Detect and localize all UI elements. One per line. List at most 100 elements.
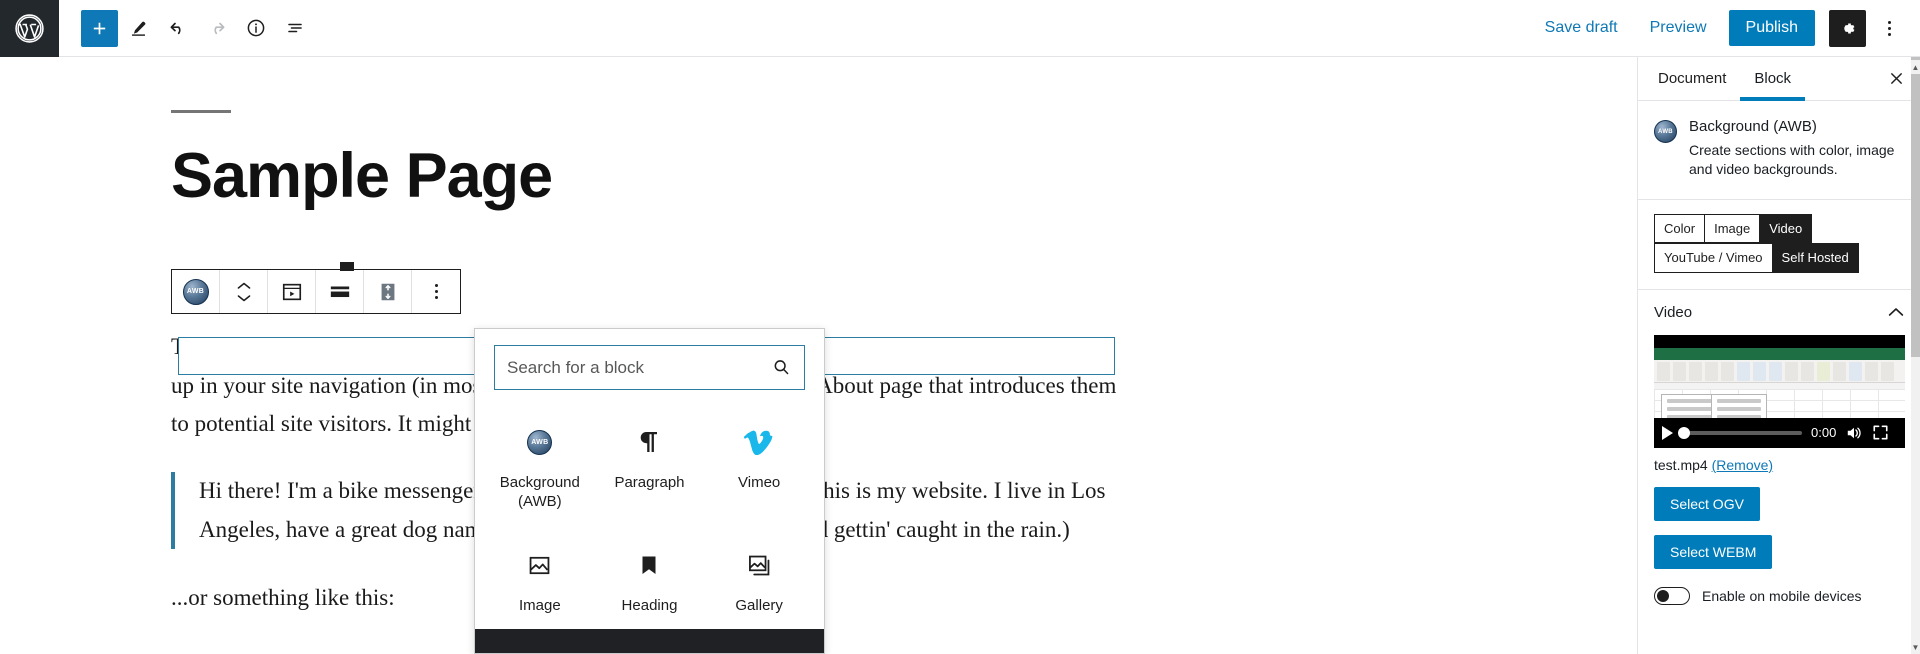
search-field-wrapper[interactable] [494,345,805,390]
video-section-header[interactable]: Video [1638,288,1920,335]
video-progress-slider[interactable] [1678,426,1802,439]
inserter-block-grid: AWB Background (AWB) Paragraph Vimeo Ima… [475,404,824,641]
undo-button[interactable] [159,10,196,47]
heading-bookmark-icon [638,545,660,585]
page-title[interactable]: Sample Page [171,142,1466,210]
add-block-button[interactable] [81,9,118,47]
vertical-align-icon [381,283,394,300]
close-x-icon [1890,73,1902,84]
vimeo-logo-icon [744,422,774,462]
inserter-block-label: Gallery [735,597,783,615]
ellipsis-vertical-icon [1887,20,1891,36]
source-youtube-vimeo-button[interactable]: YouTube / Vimeo [1655,244,1773,272]
select-ogv-button[interactable]: Select OGV [1654,486,1760,521]
video-preview-player[interactable]: 0:00 [1654,334,1905,448]
block-title: Background (AWB) [1689,118,1817,135]
background-type-group: Color Image Video [1654,213,1813,244]
save-draft-button[interactable]: Save draft [1531,11,1632,45]
video-time: 0:00 [1811,425,1837,441]
vertical-align-button[interactable] [364,270,412,313]
awb-badge-icon: AWB [527,422,553,462]
block-description: Create sections with color, image and vi… [1689,142,1895,178]
wordpress-block-editor: Save draft Preview Publish Sample Page T… [0,0,1920,654]
video-file-name: test.mp4 [1654,456,1708,473]
toggle-knob [1657,589,1669,602]
editor-tools-group [59,9,313,47]
inserter-search-area [475,329,824,404]
block-toolbar: AWB [171,262,461,314]
inserter-block-label: Image [518,597,561,615]
move-block-button[interactable] [220,270,268,313]
inserter-footer-bar [475,629,824,653]
source-self-hosted-button[interactable]: Self Hosted [1772,244,1858,272]
inserter-block-label: Vimeo [738,474,781,491]
tab-block[interactable]: Block [1740,57,1805,101]
awb-badge-icon: AWB [182,278,209,305]
enable-mobile-toggle[interactable] [1654,586,1690,605]
scrollbar-thumb[interactable] [1911,57,1920,357]
settings-sidebar: Document Block AWB Background (AWB) Crea… [1637,57,1920,654]
video-background-button[interactable] [268,270,316,313]
bg-type-image-button[interactable]: Image [1705,214,1761,243]
inserter-block-paragraph[interactable]: Paragraph [595,408,705,527]
title-rule [171,110,231,113]
top-bar-actions: Save draft Preview Publish [1531,9,1920,47]
bg-type-color-button[interactable]: Color [1655,214,1706,243]
align-full-width-icon [330,286,349,297]
chevron-up-down-icon [237,282,251,302]
video-controls-bar: 0:00 [1654,417,1905,448]
speaker-icon[interactable] [1845,425,1863,441]
magnifier-icon [772,358,804,377]
image-icon [527,545,552,585]
video-thumbnail [1654,334,1905,418]
play-triangle-icon[interactable] [1662,425,1673,440]
redo-button[interactable] [198,10,235,47]
inserter-block-label: Background (AWB) [499,474,580,511]
editor-top-bar: Save draft Preview Publish [0,0,1920,57]
expand-arrows-icon[interactable] [1872,424,1889,441]
remove-video-link[interactable]: (Remove) [1712,457,1773,473]
align-full-button[interactable] [316,270,364,313]
search-input[interactable] [495,346,772,389]
inserter-block-background-awb[interactable]: AWB Background (AWB) [485,408,595,527]
page-scrollbar[interactable] [1911,57,1920,654]
preview-button[interactable]: Preview [1636,11,1721,45]
wordpress-logo-icon[interactable] [0,0,59,57]
ellipsis-vertical-icon [434,284,438,299]
mobile-toggle-row: Enable on mobile devices [1654,586,1904,605]
inserter-block-label: Heading [621,597,678,615]
inserter-block-image[interactable]: Image [485,531,595,641]
inserter-block-vimeo[interactable]: Vimeo [704,408,814,527]
tab-document[interactable]: Document [1644,57,1740,101]
sidebar-tabs: Document Block [1638,57,1920,101]
toolbar-nub [340,262,354,271]
block-navigation-button[interactable] [276,10,313,47]
scroll-down-arrow[interactable]: ▼ [1911,640,1920,654]
gallery-icon [747,545,772,585]
settings-gear-icon[interactable] [1829,9,1866,47]
inserter-block-heading[interactable]: Heading [595,531,705,641]
pilcrow-icon [637,422,661,462]
content-info-button[interactable] [237,10,274,47]
block-type-awb-button[interactable]: AWB [172,270,220,313]
scroll-up-arrow[interactable]: ▲ [1911,60,1920,74]
video-file-line: test.mp4 (Remove) [1654,457,1904,473]
select-webm-button[interactable]: Select WEBM [1654,534,1773,569]
awb-badge-icon: AWB [1654,120,1677,143]
sidebar-settings-body: Color Image Video YouTube / Vimeo Self H… [1638,200,1920,605]
inserter-block-label: Paragraph [614,474,685,491]
publish-button[interactable]: Publish [1728,10,1815,46]
enable-mobile-label: Enable on mobile devices [1702,587,1862,604]
video-frame-icon [282,283,301,300]
progress-knob[interactable] [1678,426,1690,439]
video-source-group: YouTube / Vimeo Self Hosted [1654,243,1859,273]
block-inserter-popover: AWB Background (AWB) Paragraph [474,328,825,654]
edit-mode-button[interactable] [120,10,157,47]
video-section-title: Video [1654,304,1693,322]
chevron-up-icon[interactable] [1888,304,1904,322]
block-options-button[interactable] [412,270,460,313]
close-sidebar-button[interactable] [1878,61,1914,97]
inserter-block-gallery[interactable]: Gallery [704,531,814,641]
more-options-button[interactable] [1872,10,1906,47]
bg-type-video-button[interactable]: Video [1760,214,1812,243]
